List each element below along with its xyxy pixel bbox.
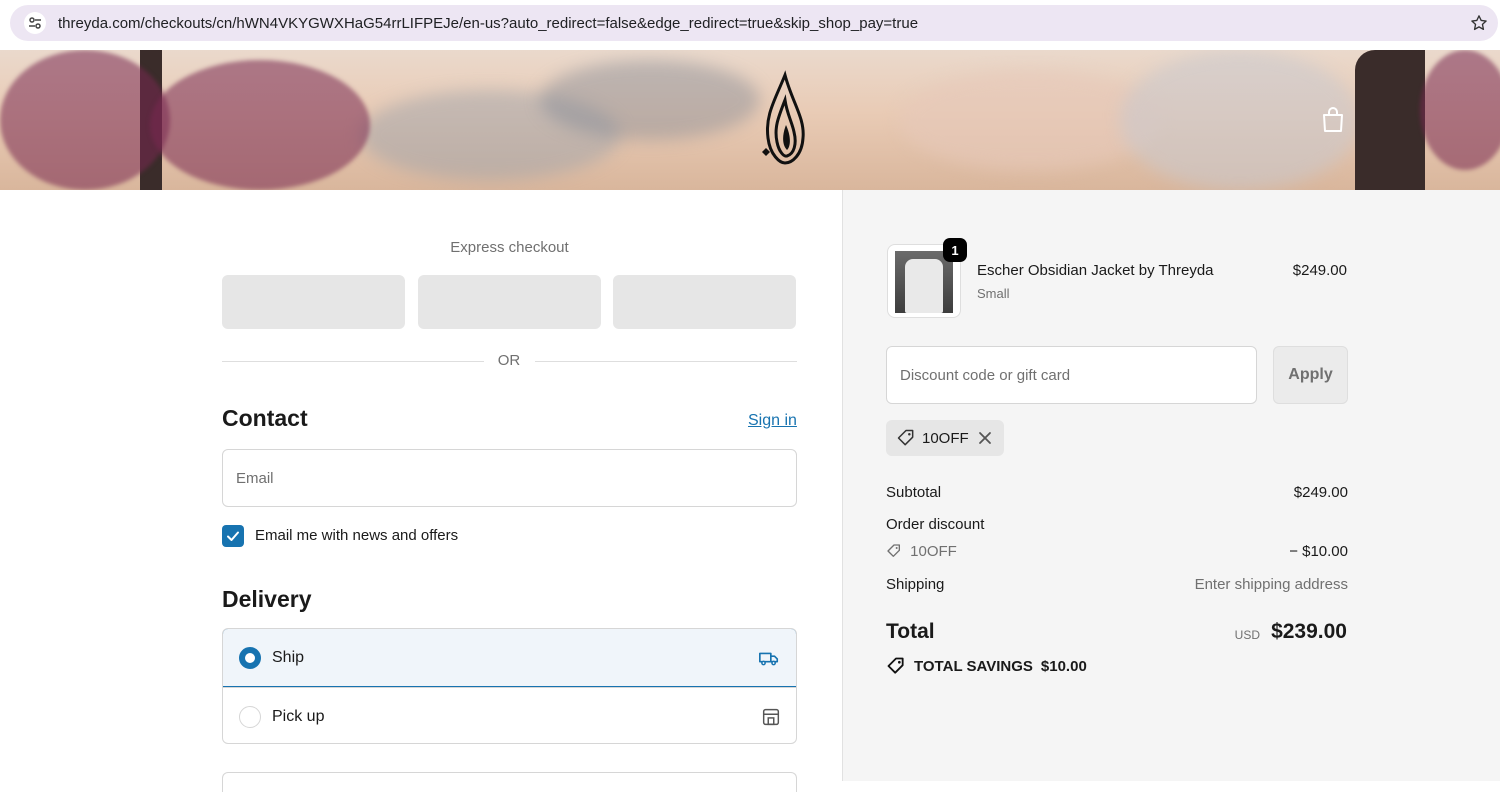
contact-heading: Contact (222, 405, 308, 431)
savings-value: $10.00 (1040, 657, 1087, 675)
subtotal-label: Subtotal (886, 484, 942, 501)
quantity-badge: 1 (943, 238, 967, 262)
divider (535, 361, 797, 362)
applied-code: 10OFF (922, 429, 969, 447)
subtotal-row: Subtotal $249.00 (886, 484, 1348, 501)
site-settings-icon[interactable] (24, 12, 46, 34)
applied-discount-chip: 10OFF (886, 420, 1004, 456)
product-price: $249.00 (1292, 262, 1347, 279)
email-placeholder: Email (236, 469, 274, 487)
truck-icon (758, 647, 780, 669)
discount-value: − $10.00 (1289, 543, 1348, 560)
news-offers-label[interactable]: Email me with news and offers (255, 527, 458, 544)
store-icon (760, 706, 782, 728)
pickup-radio[interactable] (239, 706, 261, 728)
order-discount-row: Order discount (886, 516, 1348, 533)
total-label: Total (886, 620, 935, 643)
shipping-row: Shipping Enter shipping address (886, 576, 1348, 593)
browser-toolbar: threyda.com/checkouts/cn/hWN4VKYGWXHaG54… (0, 0, 1500, 50)
order-discount-label: Order discount (886, 516, 985, 533)
savings-label: TOTAL SAVINGS (914, 657, 1033, 675)
discount-code-input[interactable]: Discount code or gift card (886, 346, 1257, 404)
checkout-form: Express checkout OR Contact Sign in Emai… (0, 190, 842, 792)
delivery-method-group: Ship Pick up (222, 628, 797, 744)
ship-radio[interactable] (239, 647, 261, 669)
header-banner (0, 50, 1500, 190)
order-summary: 1 Escher Obsidian Jacket by Threyda Smal… (842, 190, 1500, 781)
express-pay-button-3[interactable] (613, 275, 796, 329)
total-currency: USD (1234, 628, 1260, 642)
express-checkout-label: Express checkout (450, 239, 569, 256)
subtotal-value: $249.00 (1293, 484, 1348, 501)
brand-logo[interactable] (760, 70, 810, 170)
express-pay-button-1[interactable] (222, 275, 405, 329)
url-text[interactable]: threyda.com/checkouts/cn/hWN4VKYGWXHaG54… (58, 15, 918, 32)
discount-code-label: 10OFF (910, 543, 957, 560)
delivery-heading: Delivery (222, 586, 312, 612)
tag-icon (887, 544, 900, 557)
email-field[interactable]: Email (222, 449, 797, 507)
divider (222, 361, 484, 362)
delivery-option-ship[interactable]: Ship (223, 629, 796, 687)
product-variant: Small (977, 286, 1010, 301)
delivery-option-pickup[interactable]: Pick up (223, 687, 796, 743)
or-divider-label: OR (497, 352, 521, 369)
apply-discount-button[interactable]: Apply (1273, 346, 1348, 404)
shipping-label: Shipping (886, 576, 945, 593)
address-section (222, 772, 797, 792)
bookmark-star-icon[interactable] (1468, 12, 1490, 34)
express-pay-button-2[interactable] (418, 275, 601, 329)
shopping-bag-icon[interactable] (1320, 106, 1346, 134)
news-offers-checkbox[interactable] (222, 525, 244, 547)
ship-label: Ship (272, 649, 305, 666)
remove-discount-icon[interactable] (976, 429, 994, 447)
checkmark-icon (227, 531, 239, 541)
tag-icon (897, 429, 914, 446)
shipping-value: Enter shipping address (1194, 576, 1348, 593)
discount-code-row: 10OFF − $10.00 (886, 543, 1348, 560)
pickup-label: Pick up (272, 708, 325, 725)
total-savings: TOTAL SAVINGS $10.00 (886, 656, 1087, 676)
total-value: $239.00 (1271, 620, 1347, 643)
sign-in-link[interactable]: Sign in (748, 412, 797, 430)
product-name: Escher Obsidian Jacket by Threyda (977, 262, 1214, 279)
tag-icon (887, 657, 904, 674)
address-bar[interactable]: threyda.com/checkouts/cn/hWN4VKYGWXHaG54… (10, 5, 1498, 41)
discount-placeholder: Discount code or gift card (900, 366, 1071, 384)
